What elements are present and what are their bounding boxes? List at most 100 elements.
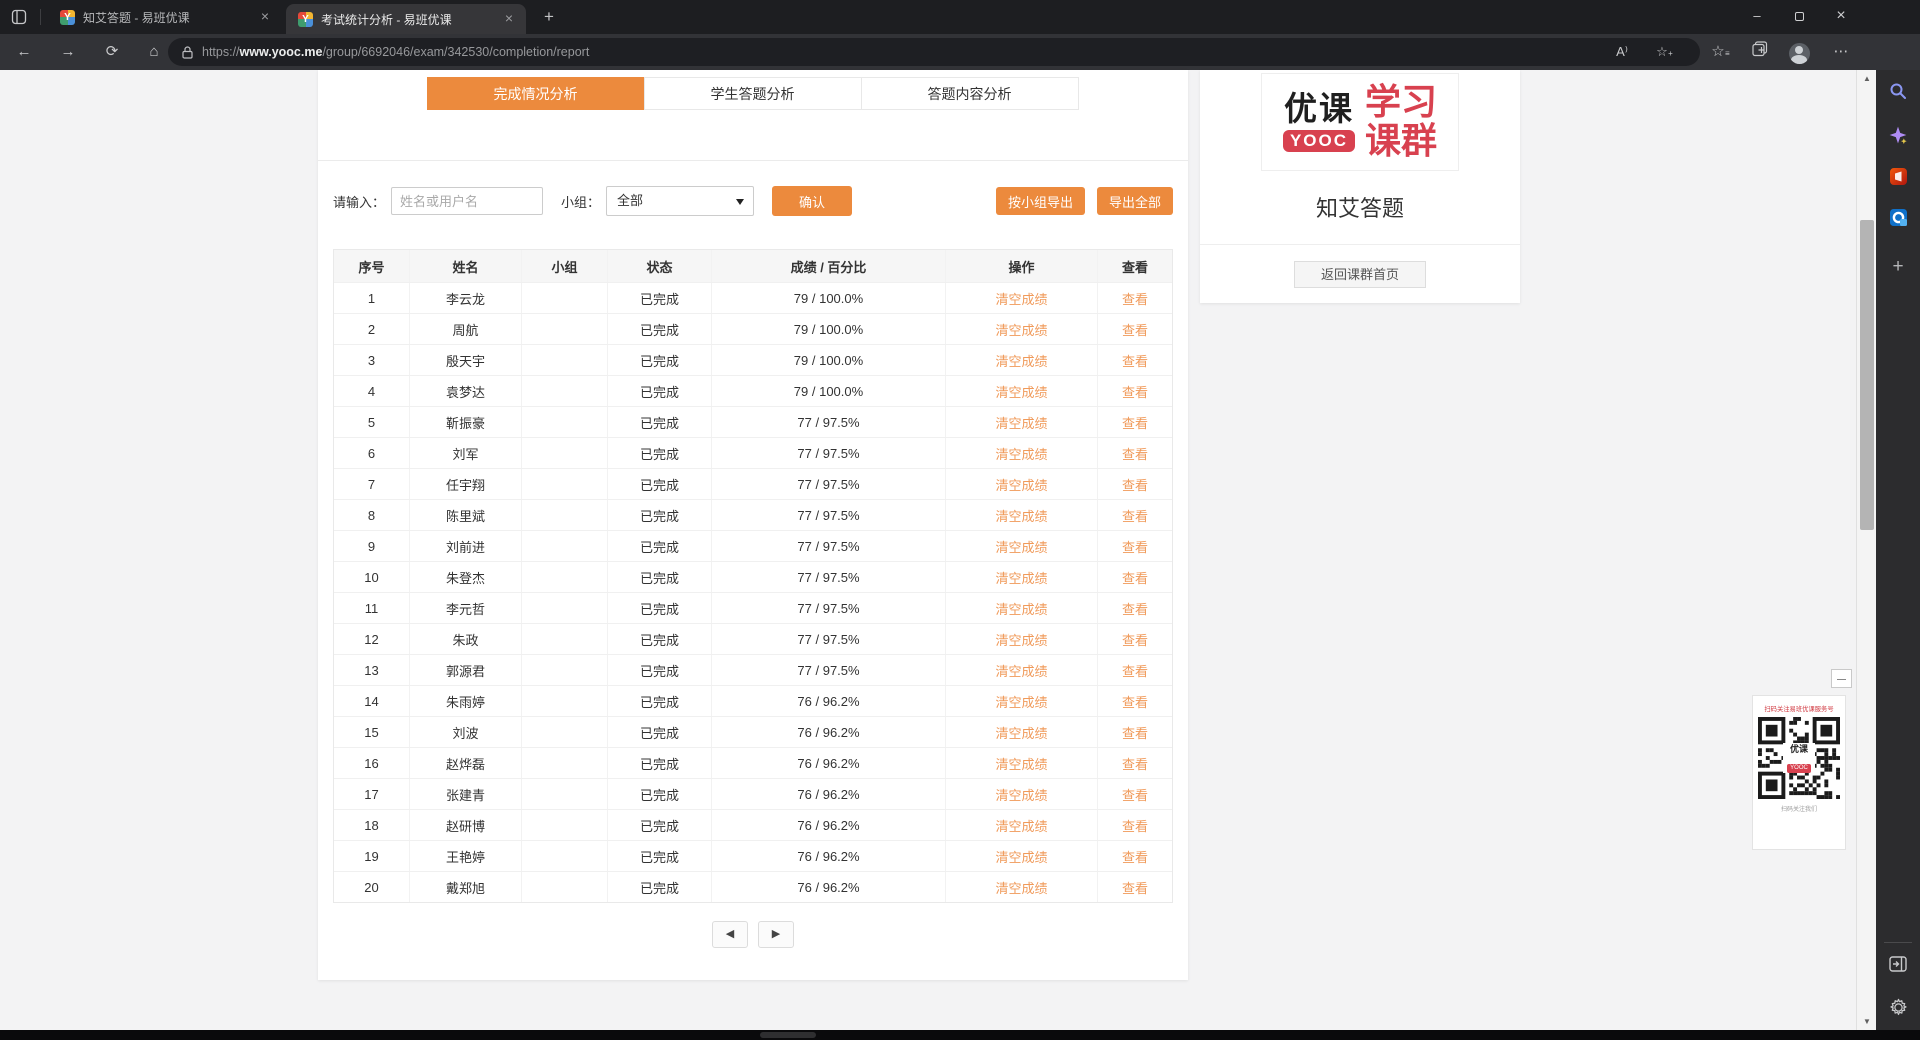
- score-cell: 79 / 100.0%: [712, 345, 946, 375]
- tab-student-answers[interactable]: 学生答题分析: [644, 77, 862, 110]
- no-cell: 7: [334, 469, 410, 499]
- view-cell: 查看: [1098, 779, 1172, 809]
- sidebar-panel-icon[interactable]: [1886, 956, 1910, 980]
- next-page-button[interactable]: ▶: [758, 921, 794, 948]
- view-link[interactable]: 查看: [1122, 723, 1148, 742]
- clear-score-link[interactable]: 清空成绩: [995, 723, 1047, 742]
- clear-score-link[interactable]: 清空成绩: [995, 692, 1047, 711]
- collapse-widget-button[interactable]: [1831, 669, 1852, 688]
- logo-yooc-chip: YOOC: [1283, 130, 1355, 152]
- view-cell: 查看: [1098, 345, 1172, 375]
- clear-score-link[interactable]: 清空成绩: [995, 568, 1047, 587]
- name-search-input[interactable]: [391, 187, 543, 215]
- logo-tagline: 学习 课群: [1365, 83, 1437, 161]
- clear-score-link[interactable]: 清空成绩: [995, 599, 1047, 618]
- settings-more-icon[interactable]: ⋯: [1828, 40, 1854, 64]
- clear-score-link[interactable]: 清空成绩: [995, 413, 1047, 432]
- export-by-group-button[interactable]: 按小组导出: [996, 187, 1085, 215]
- table-row: 18赵研博已完成76 / 96.2%清空成绩查看: [334, 809, 1172, 840]
- clear-score-link[interactable]: 清空成绩: [995, 754, 1047, 773]
- name-cell: 靳振豪: [410, 407, 522, 437]
- score-cell: 77 / 97.5%: [712, 624, 946, 654]
- view-link[interactable]: 查看: [1122, 568, 1148, 587]
- clear-score-link[interactable]: 清空成绩: [995, 475, 1047, 494]
- clear-score-link[interactable]: 清空成绩: [995, 506, 1047, 525]
- clear-score-link[interactable]: 清空成绩: [995, 785, 1047, 804]
- collections-icon[interactable]: [1747, 40, 1773, 64]
- view-link[interactable]: 查看: [1122, 661, 1148, 680]
- view-link[interactable]: 查看: [1122, 785, 1148, 804]
- minimize-button[interactable]: –: [1736, 0, 1778, 34]
- address-bar[interactable]: https://www.yooc.me/group/6692046/exam/3…: [168, 38, 1700, 66]
- sidebar-search-icon[interactable]: [1886, 82, 1910, 106]
- view-link[interactable]: 查看: [1122, 351, 1148, 370]
- home-icon[interactable]: ⌂: [142, 40, 166, 64]
- view-link[interactable]: 查看: [1122, 692, 1148, 711]
- view-link[interactable]: 查看: [1122, 444, 1148, 463]
- back-to-group-home-button[interactable]: 返回课群首页: [1294, 261, 1426, 288]
- score-cell: 79 / 100.0%: [712, 283, 946, 313]
- clear-score-link[interactable]: 清空成绩: [995, 444, 1047, 463]
- header-cell: 成绩 / 百分比: [712, 250, 946, 282]
- clear-score-link[interactable]: 清空成绩: [995, 382, 1047, 401]
- view-link[interactable]: 查看: [1122, 506, 1148, 525]
- view-link[interactable]: 查看: [1122, 475, 1148, 494]
- read-aloud-icon[interactable]: A⁾: [1610, 41, 1634, 63]
- tab-close-icon[interactable]: ×: [256, 8, 274, 26]
- confirm-button[interactable]: 确认: [772, 186, 852, 216]
- prev-page-button[interactable]: ◀: [712, 921, 748, 948]
- score-cell: 76 / 96.2%: [712, 779, 946, 809]
- tab-close-icon[interactable]: ×: [500, 10, 518, 28]
- tab-completion-analysis[interactable]: 完成情况分析: [427, 77, 645, 110]
- side-divider: [1200, 244, 1520, 245]
- header-cell: 姓名: [410, 250, 522, 282]
- view-link[interactable]: 查看: [1122, 537, 1148, 556]
- tab-actions-icon[interactable]: [11, 9, 27, 25]
- copilot-icon[interactable]: [1886, 125, 1910, 149]
- restore-button[interactable]: [1778, 0, 1820, 34]
- profile-avatar[interactable]: [1786, 41, 1812, 65]
- forward-icon[interactable]: →: [56, 40, 80, 64]
- page-scrollbar[interactable]: ▲ ▼: [1856, 70, 1876, 1030]
- new-tab-button[interactable]: +: [538, 7, 560, 29]
- header-cell: 查看: [1098, 250, 1172, 282]
- refresh-icon[interactable]: ⟳: [100, 40, 124, 64]
- view-link[interactable]: 查看: [1122, 413, 1148, 432]
- view-link[interactable]: 查看: [1122, 382, 1148, 401]
- view-link[interactable]: 查看: [1122, 847, 1148, 866]
- view-link[interactable]: 查看: [1122, 878, 1148, 897]
- outlook-icon[interactable]: [1886, 208, 1910, 232]
- clear-score-link[interactable]: 清空成绩: [995, 320, 1047, 339]
- browser-tab-inactive[interactable]: Y 知艾答题 - 易班优课 ×: [48, 0, 282, 34]
- clear-score-link[interactable]: 清空成绩: [995, 661, 1047, 680]
- view-link[interactable]: 查看: [1122, 289, 1148, 308]
- view-link[interactable]: 查看: [1122, 816, 1148, 835]
- view-link[interactable]: 查看: [1122, 320, 1148, 339]
- add-favorite-icon[interactable]: ☆+: [1650, 41, 1674, 63]
- clear-score-link[interactable]: 清空成绩: [995, 537, 1047, 556]
- clear-score-link[interactable]: 清空成绩: [995, 816, 1047, 835]
- browser-tab-active[interactable]: Y 考试统计分析 - 易班优课 ×: [286, 4, 526, 34]
- score-cell: 76 / 96.2%: [712, 872, 946, 902]
- scrollbar-thumb[interactable]: [1860, 220, 1874, 530]
- scroll-down-icon[interactable]: ▼: [1857, 1017, 1877, 1026]
- clear-score-link[interactable]: 清空成绩: [995, 289, 1047, 308]
- scroll-up-icon[interactable]: ▲: [1857, 74, 1877, 83]
- view-link[interactable]: 查看: [1122, 754, 1148, 773]
- office-icon[interactable]: [1886, 167, 1910, 191]
- sidebar-add-icon[interactable]: +: [1886, 255, 1910, 279]
- clear-score-link[interactable]: 清空成绩: [995, 847, 1047, 866]
- no-cell: 18: [334, 810, 410, 840]
- sidebar-settings-icon[interactable]: [1886, 998, 1910, 1022]
- tab-answer-content[interactable]: 答题内容分析: [861, 77, 1079, 110]
- clear-score-link[interactable]: 清空成绩: [995, 630, 1047, 649]
- close-window-button[interactable]: ×: [1820, 0, 1862, 34]
- back-icon[interactable]: ←: [12, 40, 36, 64]
- view-link[interactable]: 查看: [1122, 599, 1148, 618]
- view-link[interactable]: 查看: [1122, 630, 1148, 649]
- clear-score-link[interactable]: 清空成绩: [995, 351, 1047, 370]
- export-all-button[interactable]: 导出全部: [1097, 187, 1173, 215]
- clear-score-link[interactable]: 清空成绩: [995, 878, 1047, 897]
- group-select[interactable]: 全部: [606, 186, 754, 216]
- favorites-icon[interactable]: ☆≡: [1705, 40, 1731, 64]
